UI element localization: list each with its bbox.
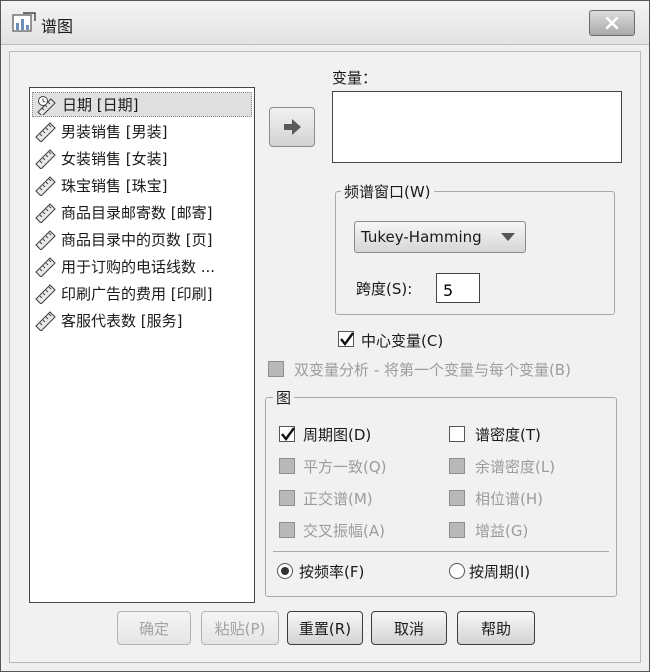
spectral-density-label: 谱密度(T) — [475, 426, 541, 444]
spectral-chart-icon — [11, 11, 37, 35]
chevron-down-icon — [501, 233, 515, 241]
reset-button[interactable]: 重置(R) — [287, 611, 363, 645]
list-item-label: 客服代表数 [服务] — [61, 312, 183, 330]
cross-amplitude-label: 交叉振幅(A) — [303, 522, 385, 540]
spectral-window-value: Tukey-Hamming — [361, 228, 482, 246]
list-item[interactable]: 用于订购的电话线数 ... — [32, 254, 252, 279]
cancel-button[interactable]: 取消 — [371, 611, 447, 645]
title-bar[interactable]: 谱图 — [1, 1, 649, 45]
bivariate-analysis-label: 双变量分析 - 将第一个变量与每个变量(B) — [294, 361, 571, 379]
list-item-label: 用于订购的电话线数 ... — [61, 258, 216, 276]
close-button[interactable] — [589, 10, 635, 36]
spectral-window-legend: 频谱窗口(W) — [341, 181, 434, 202]
by-period-radio[interactable] — [449, 563, 465, 579]
center-variables-label: 中心变量(C) — [361, 332, 444, 350]
span-label: 跨度(S): — [356, 280, 413, 298]
ruler-date-icon — [37, 95, 56, 115]
window-title: 谱图 — [41, 17, 74, 36]
spectral-window-select[interactable]: Tukey-Hamming — [354, 221, 526, 253]
list-item[interactable]: 客服代表数 [服务] — [32, 308, 252, 333]
radio-selected-dot — [281, 567, 289, 575]
plot-legend: 图 — [273, 387, 295, 408]
list-item-label: 商品目录邮寄数 [邮寄] — [61, 204, 213, 222]
list-item[interactable]: 商品目录邮寄数 [邮寄] — [32, 200, 252, 225]
source-variable-list[interactable]: 日期 [日期] 男装销售 [男装] 女装销售 [女装] 珠宝销售 [珠宝] 商品… — [29, 87, 255, 603]
cospectral-density-checkbox[interactable] — [449, 458, 465, 474]
span-input[interactable] — [436, 273, 480, 303]
spectral-plots-dialog: 谱图 日期 [日期] 男装销售 [男装] 女装销售 [女装] 珠宝销售 [珠宝]… — [0, 0, 650, 672]
bivariate-analysis-checkbox[interactable] — [268, 361, 284, 377]
list-item-label: 女装销售 [女装] — [61, 150, 168, 168]
by-frequency-label: 按频率(F) — [299, 563, 365, 581]
squared-coherency-label: 平方一致(Q) — [303, 458, 387, 476]
phase-spectrum-checkbox[interactable] — [449, 490, 465, 506]
list-item-label: 商品目录中的页数 [页] — [61, 231, 213, 249]
move-to-variables-button[interactable] — [269, 107, 315, 147]
list-item-label: 男装销售 [男装] — [61, 123, 168, 141]
list-item[interactable]: 商品目录中的页数 [页] — [32, 227, 252, 252]
periodogram-checkbox[interactable] — [279, 426, 295, 442]
spectral-density-checkbox[interactable] — [449, 426, 465, 442]
ruler-scale-icon — [35, 256, 56, 277]
gain-checkbox[interactable] — [449, 522, 465, 538]
target-variables-list[interactable] — [332, 91, 622, 163]
list-item[interactable]: 女装销售 [女装] — [32, 146, 252, 171]
quadrature-spectrum-label: 正交谱(M) — [303, 490, 373, 508]
cross-amplitude-checkbox[interactable] — [279, 522, 295, 538]
checkmark-icon — [340, 332, 354, 346]
checkmark-icon — [281, 427, 295, 441]
by-period-label: 按周期(I) — [469, 563, 531, 581]
list-item[interactable]: 日期 [日期] — [32, 92, 252, 117]
center-variables-checkbox[interactable] — [338, 331, 354, 347]
cospectral-density-label: 余谱密度(L) — [475, 458, 556, 476]
periodogram-label: 周期图(D) — [303, 426, 372, 444]
gain-label: 增益(G) — [475, 522, 529, 540]
close-x-icon — [605, 17, 619, 29]
plot-divider — [273, 551, 609, 552]
ruler-scale-icon — [35, 202, 56, 223]
list-item-label: 珠宝销售 [珠宝] — [61, 177, 168, 195]
ruler-scale-icon — [35, 310, 56, 331]
ok-button[interactable]: 确定 — [117, 611, 191, 645]
ruler-scale-icon — [35, 121, 56, 142]
phase-spectrum-label: 相位谱(H) — [475, 490, 543, 508]
variables-label: 变量： — [332, 69, 378, 87]
ruler-scale-icon — [35, 175, 56, 196]
ruler-scale-icon — [35, 148, 56, 169]
help-button[interactable]: 帮助 — [457, 611, 535, 645]
list-item[interactable]: 男装销售 [男装] — [32, 119, 252, 144]
squared-coherency-checkbox[interactable] — [279, 458, 295, 474]
list-item-label: 日期 [日期] — [62, 96, 139, 114]
list-item[interactable]: 印刷广告的费用 [印刷] — [32, 281, 252, 306]
paste-button[interactable]: 粘贴(P) — [201, 611, 279, 645]
list-item[interactable]: 珠宝销售 [珠宝] — [32, 173, 252, 198]
arrow-right-icon — [284, 119, 301, 135]
ruler-scale-icon — [35, 283, 56, 304]
by-frequency-radio[interactable] — [277, 563, 293, 579]
ruler-scale-icon — [35, 229, 56, 250]
quadrature-spectrum-checkbox[interactable] — [279, 490, 295, 506]
list-item-label: 印刷广告的费用 [印刷] — [61, 285, 213, 303]
